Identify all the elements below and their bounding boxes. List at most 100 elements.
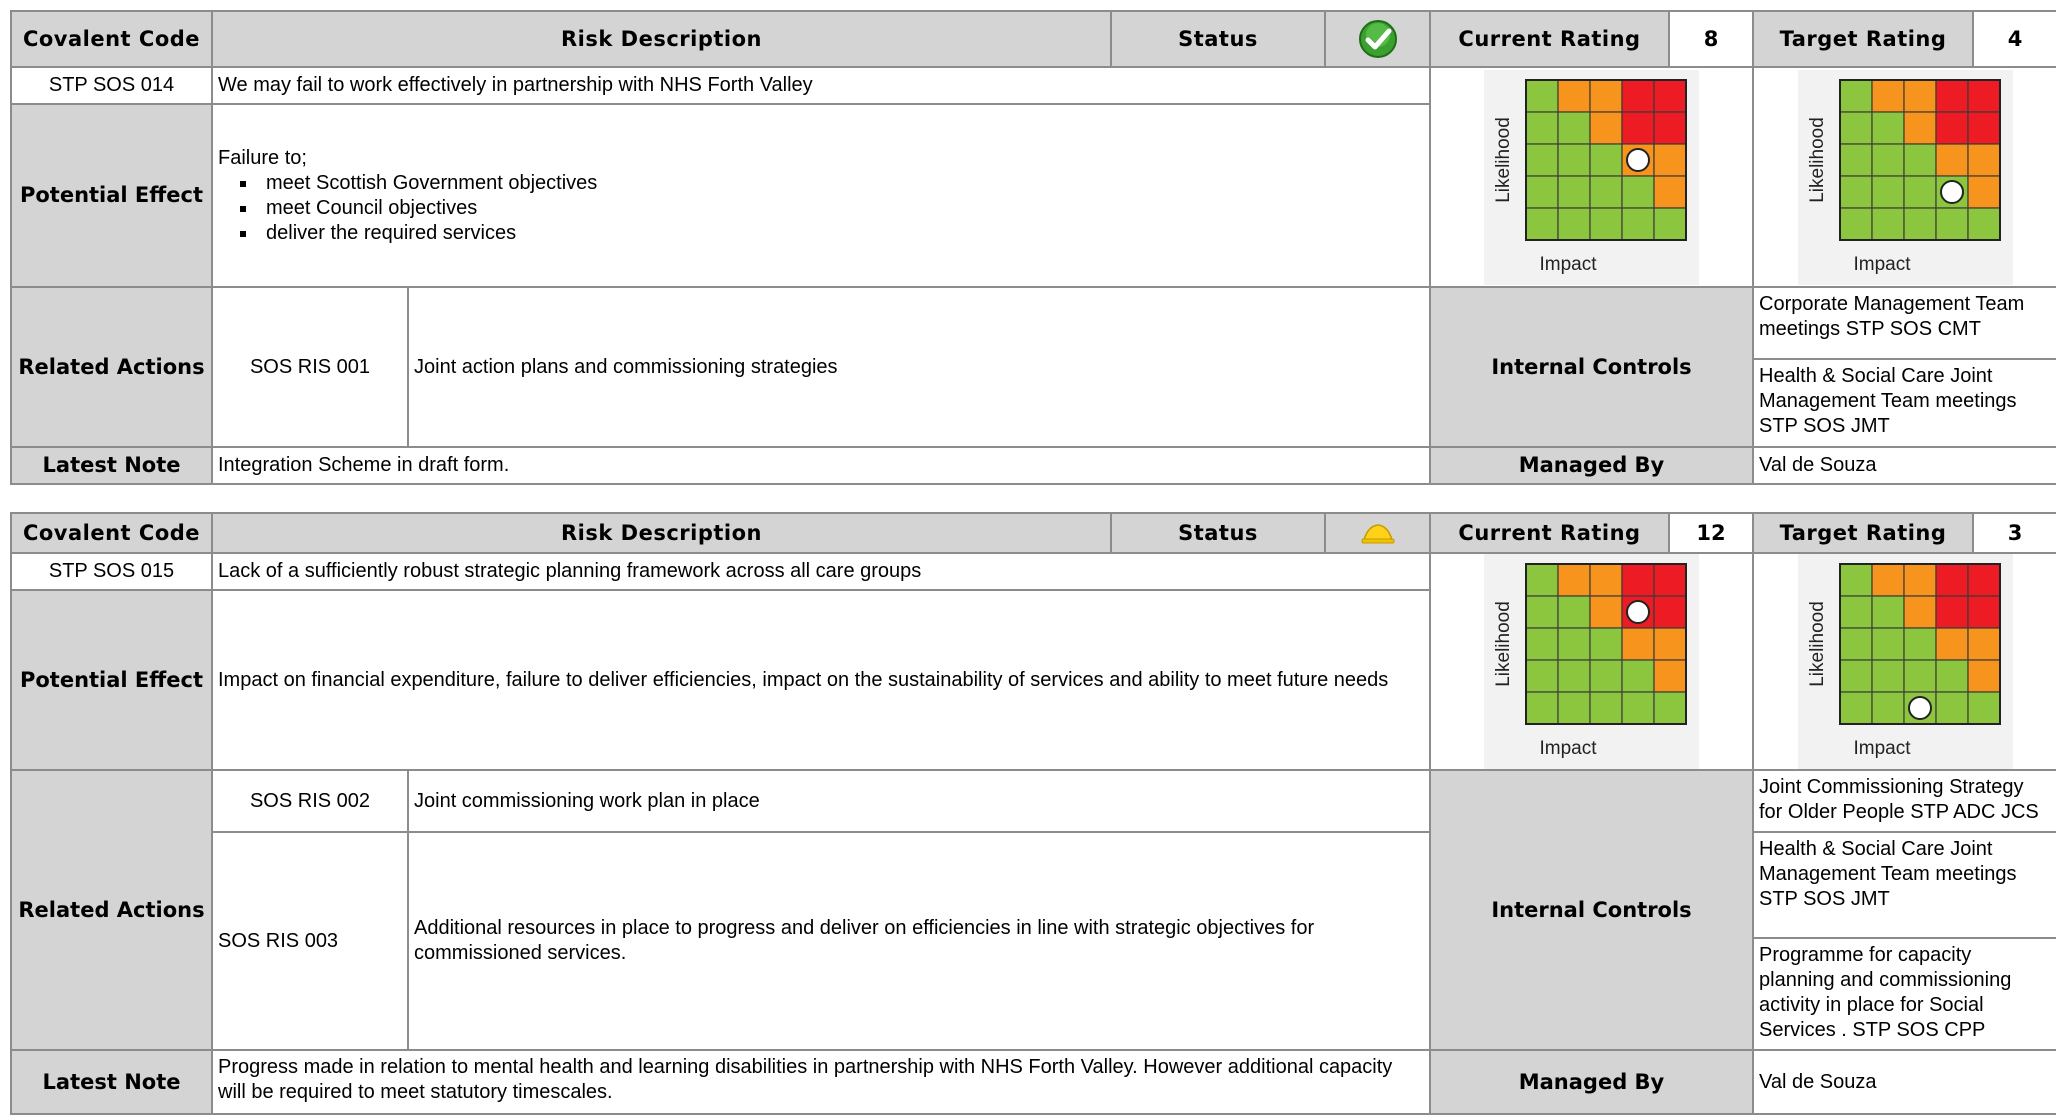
matrix-cell [1525,691,1559,725]
matrix-cell [1838,691,1873,725]
managed-by-value: Val de Souza [1752,446,2056,485]
matrix-cell [1557,78,1591,113]
green-tick-icon [1358,20,1397,58]
matrix-cell [1838,110,1873,145]
matrix-cell [1653,595,1687,629]
matrix-cell [1966,563,2001,597]
risk-matrix-current: Likelihood Impact [1484,69,1699,285]
list-item: deliver the required services [258,221,1424,246]
matrix-cell [1870,627,1905,661]
matrix-cell [1838,627,1873,661]
matrix-cell [1934,659,1969,693]
matrix-cell [1653,659,1687,693]
status-cell [1324,512,1431,554]
matrix-cell [1966,78,2001,113]
matrix-cell [1621,691,1655,725]
matrix-cell [1966,142,2001,177]
risk-description: Lack of a sufficiently robust strategic … [211,551,1431,592]
matrix-cell [1870,659,1905,693]
header-current-rating: Current Rating [1429,10,1670,68]
matrix-cell [1557,595,1591,629]
matrix-cell [1838,142,1873,177]
matrix-cell [1589,659,1623,693]
matrix-cell [1902,110,1937,145]
matrix-cell [1621,563,1655,597]
potential-effect-label: Potential Effect [10,589,213,771]
matrix-cell [1557,691,1591,725]
matrix-cell [1557,174,1591,209]
header-target-rating: Target Rating [1752,10,1974,68]
effect-intro: Failure to; [218,146,307,169]
likelihood-axis-label: Likelihood [1493,601,1514,687]
potential-effect-content: Failure to; meet Scottish Government obj… [211,103,1431,288]
matrix-cell [1934,78,1969,113]
internal-control: Health & Social Care Joint Management Te… [1752,831,2056,939]
internal-control: Joint Commissioning Strategy for Older P… [1752,769,2056,833]
risk-matrix-target: Likelihood Impact [1797,555,2013,768]
effect-list: meet Scottish Government objectives meet… [218,171,1424,246]
matrix-cell [1525,110,1559,145]
matrix-cell [1966,595,2001,629]
current-risk-matrix: Likelihood Impact [1429,66,1754,288]
matrix-cell [1525,174,1559,209]
internal-control: Health & Social Care Joint Management Te… [1752,358,2056,448]
matrix-cell [1966,627,2001,661]
matrix-cell [1902,78,1937,113]
matrix-cell [1902,174,1937,209]
header-risk-description: Risk Description [211,512,1112,554]
matrix-cell [1525,206,1559,241]
header-covalent-code: Covalent Code [10,10,213,68]
matrix-cell [1966,691,2001,725]
matrix-cell [1838,174,1873,209]
matrix-cell [1589,563,1623,597]
managed-by-value: Val de Souza [1752,1049,2056,1115]
matrix-cell [1870,78,1905,113]
matrix-cell [1621,110,1655,145]
matrix-cell [1653,110,1687,145]
impact-axis-label: Impact [1539,254,1597,275]
matrix-cell [1525,659,1559,693]
matrix-cell [1902,142,1937,177]
rating-marker [1626,600,1650,624]
likelihood-axis-label: Likelihood [1807,601,1828,687]
target-risk-matrix: Likelihood Impact [1752,552,2056,771]
impact-axis-label: Impact [1539,738,1597,759]
potential-effect-label: Potential Effect [10,103,213,288]
internal-control: Programme for capacity planning and comm… [1752,937,2056,1051]
risk-matrix-target: Likelihood Impact [1797,69,2013,285]
rating-marker [1907,696,1932,720]
matrix-cell [1902,206,1937,241]
managed-by-label: Managed By [1429,446,1754,485]
internal-control: Corporate Management Team meetings STP S… [1752,286,2056,360]
header-status: Status [1110,10,1326,68]
matrix-cell [1589,142,1623,177]
matrix-cell [1589,595,1623,629]
matrix-cell [1589,206,1623,241]
likelihood-axis-label: Likelihood [1807,117,1828,203]
matrix-cell [1838,563,1873,597]
list-item: meet Council objectives [258,196,1424,221]
matrix-cell [1557,206,1591,241]
action-code: SOS RIS 002 [211,769,409,833]
current-rating-value: 8 [1668,10,1754,68]
header-status: Status [1110,512,1326,554]
matrix-cell [1525,78,1559,113]
matrix-cell [1557,110,1591,145]
action-code: SOS RIS 001 [211,286,409,448]
matrix-cell [1589,110,1623,145]
matrix-cell [1838,206,1873,241]
current-risk-matrix: Likelihood Impact [1429,552,1754,771]
matrix-cell [1557,659,1591,693]
risk-matrix-current: Likelihood Impact [1484,555,1699,768]
matrix-cell [1557,142,1591,177]
matrix-cell [1653,206,1687,241]
matrix-cell [1934,563,1969,597]
matrix-cell [1557,563,1591,597]
likelihood-axis-label: Likelihood [1493,117,1514,203]
latest-note-label: Latest Note [10,1049,213,1115]
matrix-cell [1870,142,1905,177]
internal-controls-label: Internal Controls [1429,769,1754,1051]
related-actions-label: Related Actions [10,769,213,1051]
matrix-cell [1902,563,1937,597]
matrix-cell [1934,627,1969,661]
